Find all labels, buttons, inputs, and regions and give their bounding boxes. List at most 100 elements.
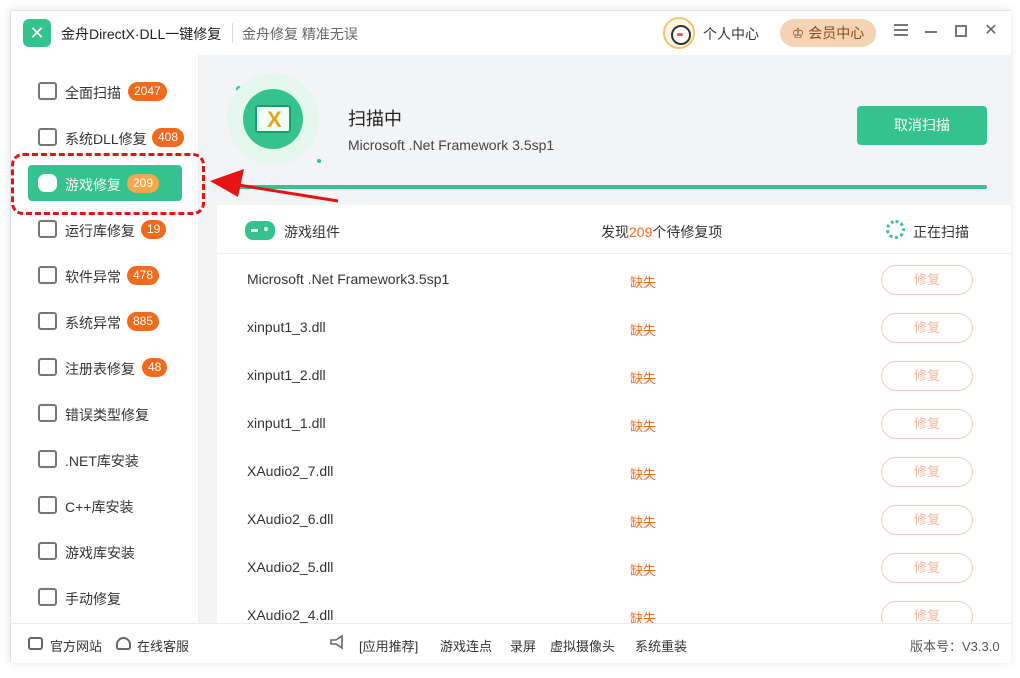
sidebar-item-error-type[interactable]: 错误类型修复 (28, 395, 182, 431)
fix-button[interactable]: 修复 (881, 361, 973, 391)
sidebar-item-registry[interactable]: 注册表修复 48 (28, 349, 182, 385)
item-status: 缺失 (630, 611, 657, 623)
personal-center-link[interactable]: 个人中心 (703, 24, 759, 44)
sidebar-item-runtime[interactable]: 运行库修复 19 (28, 211, 182, 247)
sidebar-item-game-library[interactable]: 游戏库安装 (28, 533, 182, 569)
scan-status-title: 扫描中 (348, 109, 402, 129)
sidebar-item-label: 错误类型修复 (65, 407, 149, 423)
fix-button[interactable]: 修复 (881, 505, 973, 535)
item-name: xinput1_3.dll (247, 319, 326, 335)
sidebar-item-dotnet[interactable]: .NET库安装 (28, 441, 182, 477)
version-label: 版本号：V3.3.0 (910, 639, 1000, 654)
sidebar-item-system-dll[interactable]: 系统DLL修复 408 (28, 119, 185, 155)
registry-icon (38, 358, 57, 376)
footer-bar: 官方网站 在线客服 [应用推荐] 游戏连点 录屏 虚拟摄像头 系统重装 版本号：… (11, 623, 1011, 663)
sidebar-item-label: 系统异常 (65, 315, 121, 331)
sidebar-item-label: 手动修复 (65, 591, 121, 607)
scan-icon (38, 82, 57, 100)
fix-button[interactable]: 修复 (881, 553, 973, 583)
directx-logo-icon: X (227, 73, 319, 165)
item-name: XAudio2_5.dll (247, 559, 334, 575)
avatar[interactable] (663, 17, 695, 49)
sidebar-item-label: 软件异常 (65, 269, 121, 285)
table-row: XAudio2_5.dll 缺失 修复 (217, 543, 1011, 591)
online-service-link[interactable]: 在线客服 (137, 636, 189, 655)
app-title: 金舟DirectX·DLL一键修复 (61, 26, 222, 42)
title-bar: ✕ 金舟DirectX·DLL一键修复 金舟修复 精准无误 个人中心 ♔ 会员中… (11, 11, 1011, 55)
fix-button[interactable]: 修复 (881, 313, 973, 343)
sidebar-item-full-scan[interactable]: 全面扫描 2047 (28, 73, 182, 109)
sidebar-item-label: .NET库安装 (65, 453, 139, 469)
headset-icon (116, 637, 131, 650)
item-name: XAudio2_4.dll (247, 607, 334, 623)
cpp-icon (38, 496, 57, 514)
sidebar-item-label: 注册表修复 (65, 361, 135, 377)
sidebar-item-label: C++库安装 (65, 499, 134, 515)
table-row: XAudio2_6.dll 缺失 修复 (217, 495, 1011, 543)
item-name: XAudio2_6.dll (247, 511, 334, 527)
table-row: xinput1_1.dll 缺失 修复 (217, 399, 1011, 447)
megaphone-icon (330, 634, 343, 650)
count-badge: 408 (152, 128, 185, 147)
scan-current-file: Microsoft .Net Framework 3.5sp1 (348, 137, 555, 153)
footer-link-system-reinstall[interactable]: 系统重装 (635, 636, 687, 655)
vip-center-label: 会员中心 (808, 25, 865, 41)
app-subtitle: 金舟修复 精准无误 (242, 26, 358, 42)
sidebar-item-system-error[interactable]: 系统异常 885 (28, 303, 182, 339)
sidebar-item-label: 全面扫描 (65, 85, 121, 101)
sidebar-item-label: 游戏库安装 (65, 545, 135, 561)
table-row: Microsoft .Net Framework3.5sp1 缺失 修复 (217, 255, 1011, 303)
gear-icon (38, 312, 57, 330)
item-status: 缺失 (630, 563, 657, 578)
menu-icon[interactable] (891, 21, 911, 41)
main-panel: X 扫描中 Microsoft .Net Framework 3.5sp1 取消… (199, 55, 1011, 623)
app-recommend-label: [应用推荐] (359, 639, 419, 654)
dotnet-icon (38, 450, 57, 468)
count-badge: 19 (141, 220, 167, 239)
gamepad-icon (245, 221, 275, 240)
table-row: XAudio2_7.dll 缺失 修复 (217, 447, 1011, 495)
results-panel: 游戏组件 发现209个待修复项 正在扫描 Microsoft .Net Fram… (217, 205, 1011, 623)
results-header: 游戏组件 发现209个待修复项 正在扫描 (217, 205, 1011, 254)
category-label: 游戏组件 (284, 224, 340, 240)
fix-button[interactable]: 修复 (881, 601, 973, 623)
item-status: 缺失 (630, 371, 657, 386)
footer-link-virtual-camera[interactable]: 虚拟摄像头 (550, 636, 615, 655)
count-badge: 2047 (128, 82, 167, 101)
item-status: 缺失 (630, 467, 657, 482)
found-count: 209 (629, 224, 653, 240)
fix-button[interactable]: 修复 (881, 265, 973, 295)
fix-button[interactable]: 修复 (881, 457, 973, 487)
scanning-status: 正在扫描 (913, 224, 969, 240)
sidebar-item-cpp[interactable]: C++库安装 (28, 487, 182, 523)
item-status: 缺失 (630, 275, 657, 290)
loading-spinner-icon (886, 220, 905, 239)
table-row: xinput1_3.dll 缺失 修复 (217, 303, 1011, 351)
dll-icon (38, 128, 57, 146)
official-site-link[interactable]: 官方网站 (50, 636, 102, 655)
cancel-scan-button[interactable]: 取消扫描 (857, 106, 987, 145)
sidebar-item-software-error[interactable]: 软件异常 478 (28, 257, 182, 293)
vip-center-button[interactable]: ♔ 会员中心 (780, 19, 876, 47)
minimize-icon[interactable] (921, 21, 941, 41)
pacman-icon (38, 542, 57, 560)
item-status: 缺失 (630, 419, 657, 434)
item-status: 缺失 (630, 323, 657, 338)
fix-button[interactable]: 修复 (881, 409, 973, 439)
app-logo-icon: ✕ (23, 19, 51, 47)
maximize-icon[interactable] (951, 21, 971, 41)
title-divider (232, 23, 233, 43)
sidebar-item-manual-fix[interactable]: 手动修复 (28, 579, 182, 615)
close-icon[interactable]: ✕ (981, 21, 1001, 41)
count-badge: 885 (127, 312, 160, 331)
table-row: XAudio2_4.dll 缺失 修复 (217, 591, 1011, 623)
sidebar-item-label: 系统DLL修复 (65, 131, 147, 147)
crown-icon: ♔ (791, 25, 805, 41)
footer-link-game-clicker[interactable]: 游戏连点 (440, 636, 492, 655)
monitor-icon (28, 637, 43, 650)
item-name: XAudio2_7.dll (247, 463, 334, 479)
item-status: 缺失 (630, 515, 657, 530)
footer-link-screen-record[interactable]: 录屏 (510, 636, 536, 655)
runtime-icon (38, 220, 57, 238)
sidebar-item-label: 运行库修复 (65, 223, 135, 239)
